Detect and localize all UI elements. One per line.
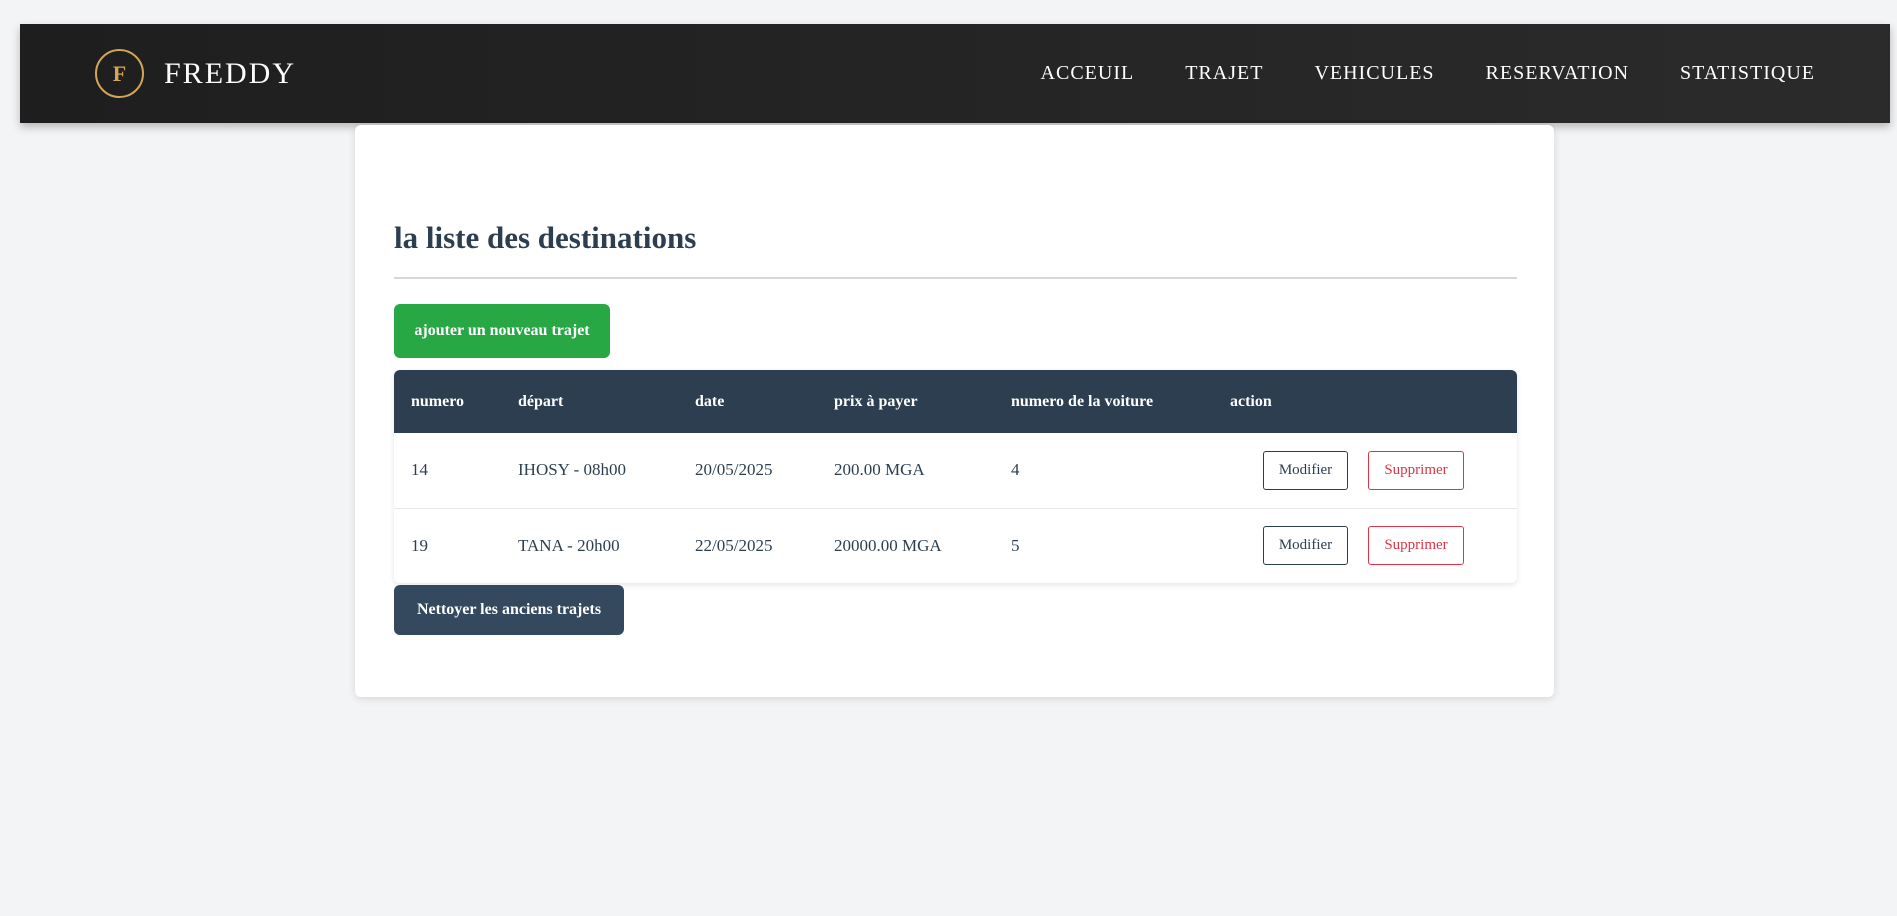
nav-link-trajet[interactable]: TRAJET: [1185, 62, 1263, 85]
nav-link-reservation[interactable]: RESERVATION: [1486, 62, 1630, 85]
logo-letter: F: [112, 60, 127, 86]
cell-actions: Modifier Supprimer: [1213, 433, 1517, 508]
table-row: 14 IHOSY - 08h00 20/05/2025 200.00 MGA 4…: [394, 433, 1517, 508]
table-header-row: numero départ date prix à payer numero d…: [394, 370, 1517, 433]
column-header-voiture: numero de la voiture: [1011, 392, 1154, 410]
cell-numero: 19: [411, 535, 428, 555]
column-header-date: date: [695, 392, 725, 410]
cell-voiture: 5: [1011, 535, 1020, 555]
cell-prix: 200.00 MGA: [834, 460, 925, 480]
cell-actions: Modifier Supprimer: [1213, 508, 1517, 583]
column-header-depart: départ: [518, 392, 564, 410]
nav-link-statistique[interactable]: STATISTIQUE: [1680, 62, 1815, 85]
modifier-button[interactable]: Modifier: [1263, 450, 1348, 490]
brand-name: FREDDY: [164, 56, 297, 90]
column-header-prix: prix à payer: [834, 392, 918, 410]
page-title: la liste des destinations: [394, 220, 697, 255]
brand[interactable]: F FREDDY: [95, 49, 296, 98]
cell-date: 20/05/2025: [695, 460, 773, 480]
cell-depart: TANA - 20h00: [518, 535, 620, 555]
add-trajet-button[interactable]: ajouter un nouveau trajet: [394, 304, 610, 358]
content-card: la liste des destinations ajouter un nou…: [355, 125, 1554, 697]
destinations-table: numero départ date prix à payer numero d…: [394, 370, 1517, 583]
cell-prix: 20000.00 MGA: [834, 535, 942, 555]
cell-date: 22/05/2025: [695, 535, 773, 555]
table-row: 19 TANA - 20h00 22/05/2025 20000.00 MGA …: [394, 508, 1517, 583]
cell-voiture: 4: [1011, 460, 1020, 480]
supprimer-button[interactable]: Supprimer: [1368, 450, 1464, 490]
top-navbar: F FREDDY ACCEUIL TRAJET VEHICULES RESERV…: [20, 24, 1890, 123]
modifier-button[interactable]: Modifier: [1263, 526, 1348, 566]
nav-link-acceuil[interactable]: ACCEUIL: [1041, 62, 1135, 85]
clean-old-trajets-button[interactable]: Nettoyer les anciens trajets: [394, 585, 624, 635]
supprimer-button[interactable]: Supprimer: [1368, 526, 1464, 566]
nav-links: ACCEUIL TRAJET VEHICULES RESERVATION STA…: [990, 24, 1815, 123]
cell-depart: IHOSY - 08h00: [518, 460, 626, 480]
cell-numero: 14: [411, 460, 428, 480]
logo-icon: F: [95, 49, 144, 98]
column-header-numero: numero: [411, 392, 465, 410]
nav-link-vehicules[interactable]: VEHICULES: [1314, 62, 1434, 85]
column-header-action: action: [1230, 392, 1272, 410]
title-divider: [394, 277, 1517, 279]
